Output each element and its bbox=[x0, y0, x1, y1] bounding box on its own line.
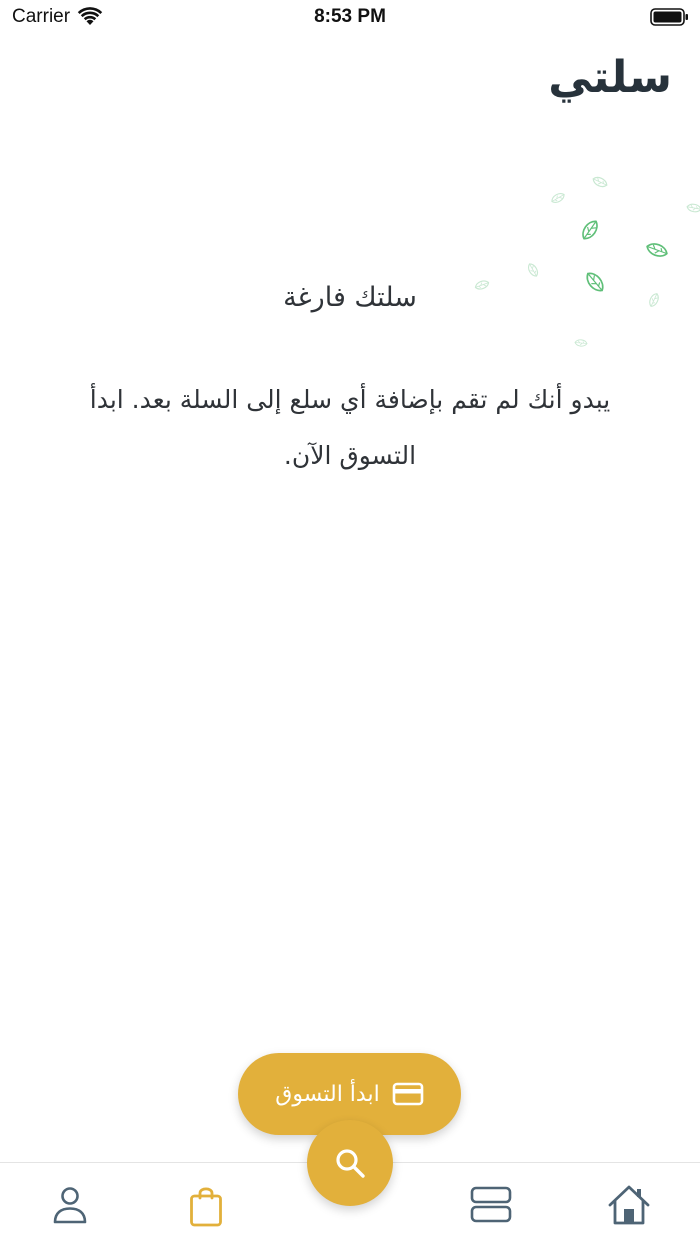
leaf-icon bbox=[578, 217, 602, 243]
nav-profile[interactable] bbox=[48, 1183, 92, 1227]
credit-card-icon bbox=[392, 1082, 424, 1106]
nav-home[interactable] bbox=[607, 1183, 651, 1227]
empty-cart-message: يبدو أنك لم تقم بإضافة أي سلع إلى السلة … bbox=[89, 385, 611, 470]
battery-icon bbox=[650, 8, 688, 26]
nav-categories[interactable] bbox=[469, 1183, 513, 1227]
page-title: سلتي bbox=[548, 52, 672, 103]
user-icon bbox=[53, 1187, 87, 1224]
leaf-icon bbox=[574, 338, 588, 348]
empty-cart-title: سلتك فارغة bbox=[283, 282, 417, 313]
status-time: 8:53 PM bbox=[314, 6, 386, 27]
leaves-decoration bbox=[473, 174, 700, 348]
leaf-icon bbox=[590, 174, 610, 190]
nav-cart[interactable] bbox=[184, 1183, 228, 1227]
leaf-icon bbox=[525, 261, 541, 279]
leaf-icon bbox=[644, 240, 670, 260]
search-button[interactable] bbox=[307, 1120, 393, 1206]
rows-icon bbox=[470, 1186, 512, 1223]
status-bar: Carrier 8:53 PM bbox=[0, 0, 700, 38]
leaf-icon bbox=[549, 190, 567, 206]
start-shopping-label: ابدأ التسوق bbox=[275, 1081, 380, 1107]
leaf-icon bbox=[685, 202, 700, 214]
home-icon bbox=[608, 1185, 650, 1225]
search-icon bbox=[336, 1149, 365, 1178]
shopping-bag-icon bbox=[190, 1187, 222, 1227]
